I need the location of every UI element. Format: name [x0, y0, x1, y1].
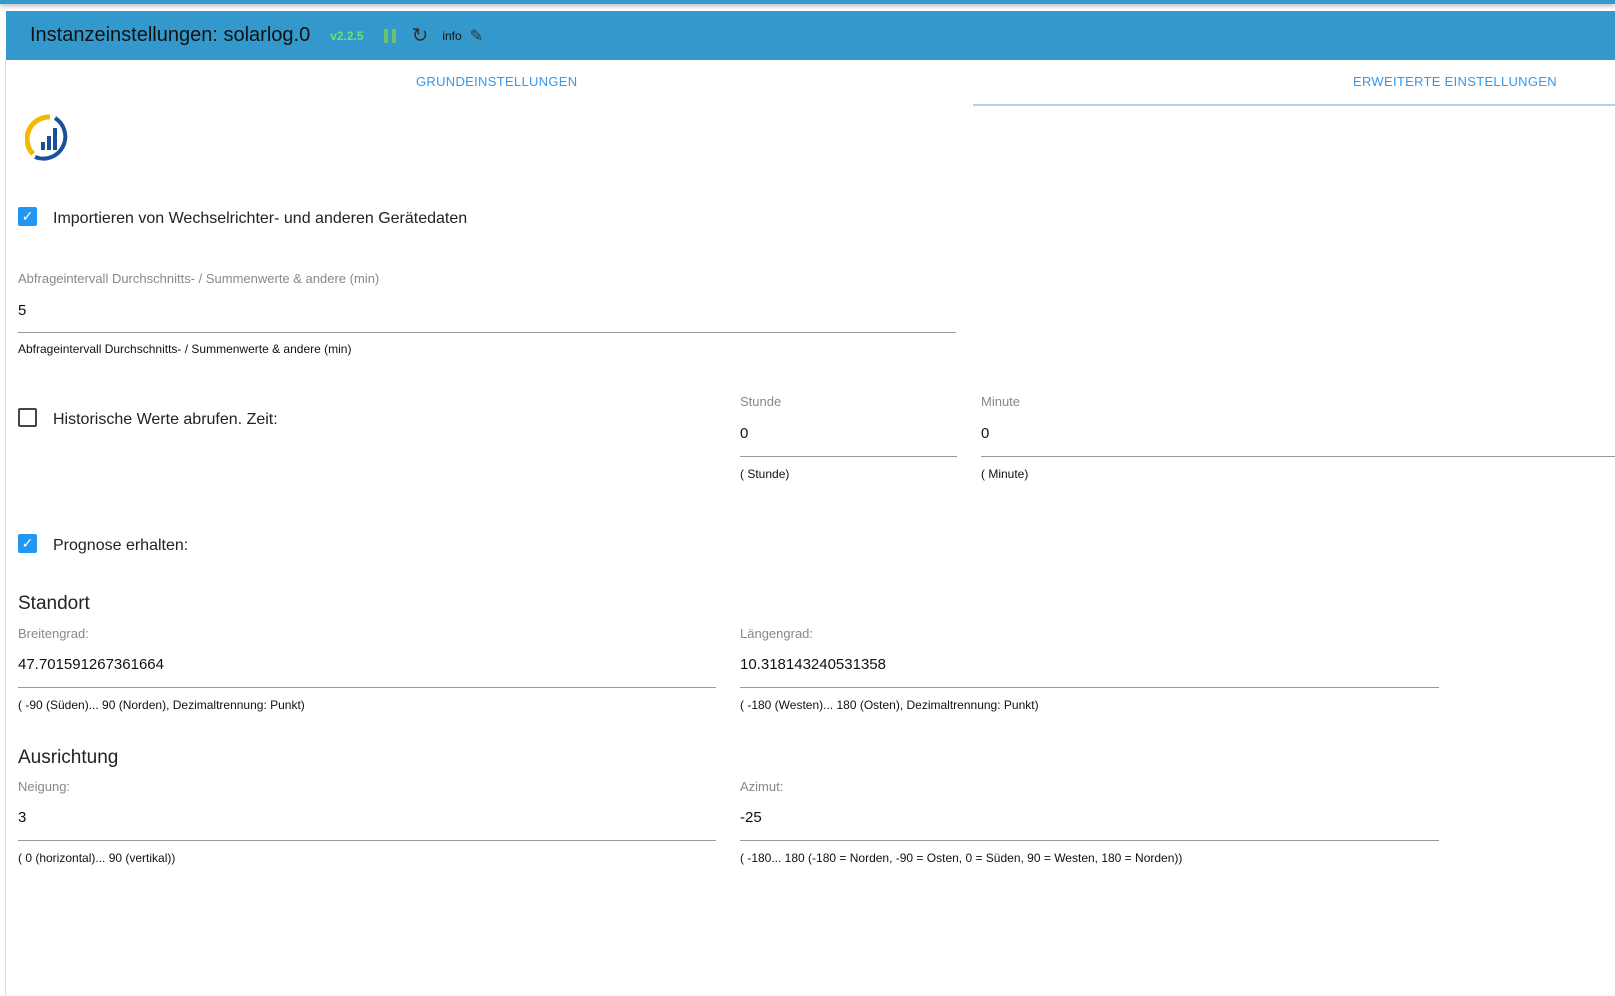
input-underline: [981, 456, 1615, 457]
tilt-help: ( 0 (horizontal)... 90 (vertikal)): [18, 851, 176, 865]
top-bar: [0, 0, 1615, 4]
input-underline: [740, 840, 1439, 841]
input-underline: [18, 840, 716, 841]
info-link[interactable]: info: [442, 29, 461, 43]
forecast-label: Prognose erhalten:: [53, 537, 189, 554]
latitude-label: Breitengrad:: [18, 626, 89, 641]
dialog-header: Instanzeinstellungen: solarlog.0 v2.2.5 …: [6, 11, 1615, 60]
azimuth-help: ( -180... 180 (-180 = Norden, -90 = Oste…: [740, 851, 1183, 865]
azimuth-input[interactable]: -25: [740, 809, 1439, 826]
active-tab-indicator: [973, 104, 1615, 106]
tab-erweiterte-einstellungen[interactable]: ERWEITERTE EINSTELLUNGEN: [1353, 74, 1557, 89]
history-checkbox[interactable]: [18, 408, 37, 427]
input-underline: [740, 687, 1439, 688]
latitude-help: ( -90 (Süden)... 90 (Norden), Dezimaltre…: [18, 698, 305, 712]
longitude-help: ( -180 (Westen)... 180 (Osten), Dezimalt…: [740, 698, 1039, 712]
orientation-heading: Ausrichtung: [18, 747, 119, 768]
minute-help: ( Minute): [981, 467, 1029, 481]
minute-input[interactable]: 0: [981, 425, 1615, 442]
dialog-title: Instanzeinstellungen: solarlog.0: [30, 24, 311, 46]
latitude-input[interactable]: 47.701591267361664: [18, 656, 716, 673]
tab-grundeinstellungen[interactable]: GRUNDEINSTELLUNGEN: [416, 74, 577, 89]
input-underline: [740, 456, 957, 457]
longitude-input[interactable]: 10.318143240531358: [740, 656, 1439, 673]
hour-help: ( Stunde): [740, 467, 790, 481]
interval-input[interactable]: 5: [18, 302, 956, 330]
azimuth-label: Azimut:: [740, 779, 784, 794]
refresh-icon[interactable]: ↻: [412, 23, 429, 48]
interval-help: Abfrageintervall Durchschnitts- / Summen…: [18, 342, 352, 356]
edit-icon[interactable]: ✎: [470, 26, 483, 46]
forecast-checkbox[interactable]: ✓: [18, 534, 37, 553]
import-checkbox[interactable]: ✓: [18, 207, 37, 226]
location-heading: Standort: [18, 593, 90, 614]
interval-label: Abfrageintervall Durchschnitts- / Summen…: [18, 271, 380, 286]
minute-label: Minute: [981, 394, 1021, 409]
tilt-input[interactable]: 3: [18, 809, 716, 826]
version-badge: v2.2.5: [330, 28, 364, 43]
longitude-label: Längengrad:: [740, 626, 814, 641]
history-label: Historische Werte abrufen. Zeit:: [53, 411, 278, 428]
divider: [5, 60, 6, 996]
hour-label: Stunde: [740, 394, 782, 409]
import-label: Importieren von Wechselrichter- und ande…: [53, 210, 468, 227]
pause-icon[interactable]: [383, 28, 396, 43]
input-underline: [18, 687, 716, 688]
solarlog-logo: [25, 114, 68, 161]
input-underline: [18, 332, 956, 333]
hour-input[interactable]: 0: [740, 425, 957, 442]
tilt-label: Neigung:: [18, 779, 71, 794]
